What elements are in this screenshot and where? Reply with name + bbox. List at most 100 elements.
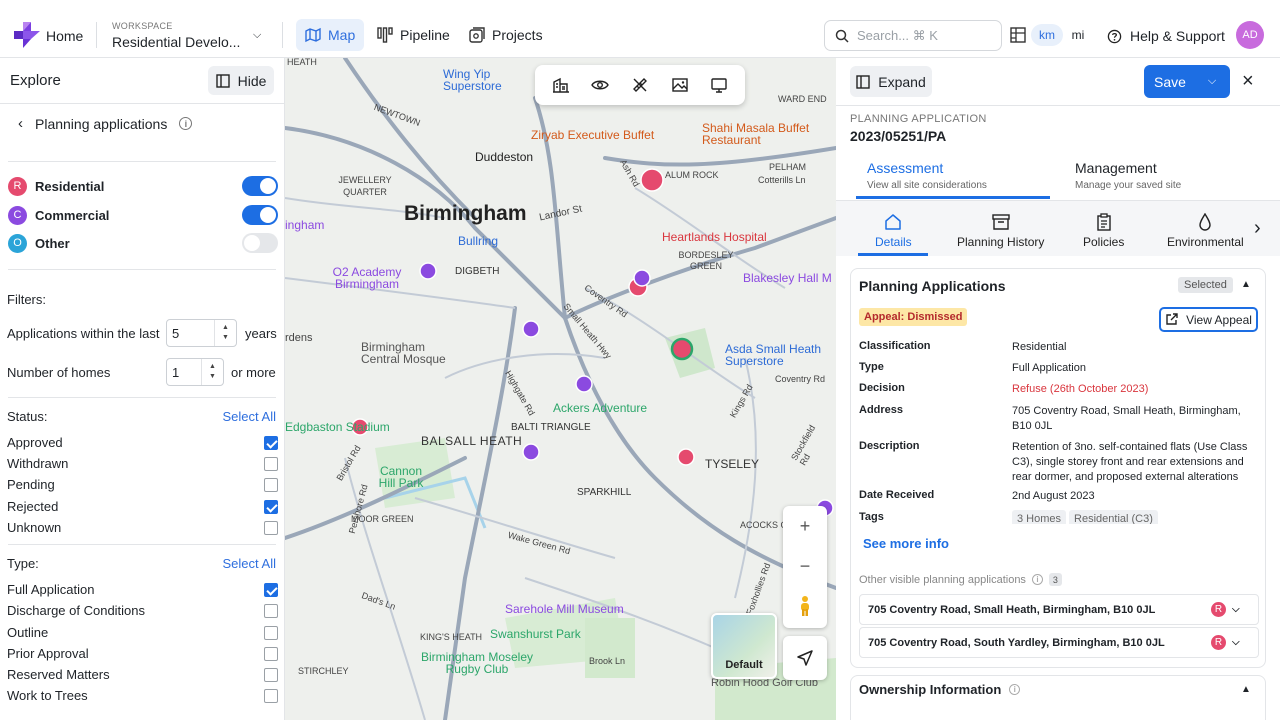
tab-assessment[interactable]: Assessment View all site considerations xyxy=(867,160,987,191)
details-panel: Expand Save ⌵ × PLANNING APPLICATION 202… xyxy=(836,58,1280,720)
stepper-arrows-icon[interactable]: ▲ ▼ xyxy=(201,359,223,385)
status-withdrawn[interactable]: Withdrawn xyxy=(7,456,278,474)
panel-collapse-icon xyxy=(215,73,230,88)
type-outline[interactable]: Outline xyxy=(7,625,278,643)
layout-grid-icon[interactable] xyxy=(1010,27,1026,43)
expand-button[interactable]: Expand xyxy=(850,66,932,97)
type-discharge[interactable]: Discharge of Conditions xyxy=(7,603,278,621)
chevron-up-icon[interactable]: ▲ xyxy=(1241,684,1251,695)
subtab-details[interactable]: Details xyxy=(875,213,912,249)
category-label: Residential xyxy=(35,178,105,194)
checkbox[interactable] xyxy=(264,478,278,492)
commercial-toggle[interactable] xyxy=(242,205,278,225)
within-years-stepper[interactable]: 5 ▲ ▼ xyxy=(166,319,237,347)
status-approved[interactable]: Approved xyxy=(7,435,278,453)
back-to-planning-applications[interactable]: ‹ Planning applications i xyxy=(18,115,193,132)
info-icon[interactable]: i xyxy=(179,117,193,130)
app-logo-icon[interactable] xyxy=(14,22,40,48)
residential-toggle[interactable] xyxy=(242,176,278,196)
chevron-down-icon[interactable]: ⌵ xyxy=(253,29,261,42)
type-full-application[interactable]: Full Application xyxy=(7,582,278,600)
info-icon[interactable]: i xyxy=(1031,574,1043,585)
workspace-selector[interactable]: Residential Develo... xyxy=(112,34,240,50)
search-input[interactable]: Search... ⌘ K xyxy=(824,20,1002,51)
status-heading: Status: xyxy=(7,409,48,424)
close-icon[interactable]: × xyxy=(1242,71,1254,91)
subtab-policies[interactable]: Policies xyxy=(1083,213,1124,249)
checkbox[interactable] xyxy=(264,689,278,703)
building-icon[interactable] xyxy=(552,76,570,94)
tags-list: 3 Homes Residential (C3) xyxy=(1012,510,1252,524)
subtab-label: Environmental xyxy=(1167,235,1244,249)
type-prior-approval[interactable]: Prior Approval xyxy=(7,646,278,664)
category-badge: R xyxy=(8,176,27,196)
checkbox[interactable] xyxy=(264,668,278,682)
status-label: Rejected xyxy=(7,499,59,514)
checkbox[interactable] xyxy=(264,604,278,618)
save-button[interactable]: Save ⌵ xyxy=(1144,65,1230,98)
planning-applications-card: Planning Applications Selected ▲ Appeal:… xyxy=(850,268,1266,668)
see-more-link[interactable]: See more info xyxy=(863,536,949,551)
chevron-down-icon[interactable]: ⌵ xyxy=(1232,637,1240,648)
locate-me-button[interactable] xyxy=(783,636,827,680)
help-support-link[interactable]: Help & Support xyxy=(1107,28,1225,44)
eye-icon[interactable] xyxy=(591,76,610,94)
status-pending[interactable]: Pending xyxy=(7,477,278,495)
help-circle-icon xyxy=(1107,29,1122,43)
checkbox[interactable] xyxy=(264,500,278,514)
status-select-all[interactable]: Select All xyxy=(223,409,276,424)
status-label: Unknown xyxy=(7,520,62,535)
homes-stepper[interactable]: 1 ▲ ▼ xyxy=(166,358,224,386)
other-toggle[interactable] xyxy=(242,233,278,253)
checkbox[interactable] xyxy=(264,436,278,450)
street-view-pegman-icon[interactable] xyxy=(783,586,827,626)
unit-mi-toggle[interactable]: mi xyxy=(1066,24,1090,46)
chevron-down-icon[interactable]: ⌵ xyxy=(1232,604,1240,615)
image-icon[interactable] xyxy=(671,76,689,94)
other-application-row[interactable]: 705 Coventry Road, Small Heath, Birmingh… xyxy=(859,594,1259,625)
archive-icon xyxy=(991,214,1010,230)
type-select-all[interactable]: Select All xyxy=(223,556,276,571)
zoom-in-button[interactable]: + xyxy=(783,506,827,546)
checkbox[interactable] xyxy=(264,583,278,597)
tab-management[interactable]: Management Manage your saved site xyxy=(1075,160,1181,191)
checkbox[interactable] xyxy=(264,626,278,640)
nav-pipeline[interactable]: Pipeline xyxy=(368,19,459,51)
projects-icon xyxy=(469,27,485,43)
type-reserved-matters[interactable]: Reserved Matters xyxy=(7,667,278,685)
subtab-environmental[interactable]: Environmental xyxy=(1167,213,1244,249)
stepper-arrows-icon[interactable]: ▲ ▼ xyxy=(214,320,236,346)
expand-label: Expand xyxy=(878,73,926,90)
nav-map[interactable]: Map xyxy=(296,19,365,51)
status-rejected[interactable]: Rejected xyxy=(7,499,278,517)
checkbox[interactable] xyxy=(264,647,278,661)
monitor-icon[interactable] xyxy=(710,76,728,94)
subtab-planning-history[interactable]: Planning History xyxy=(957,213,1044,249)
home-link[interactable]: Home xyxy=(46,28,83,44)
type-label: Discharge of Conditions xyxy=(7,603,146,618)
measure-tool-icon[interactable] xyxy=(631,76,649,94)
view-appeal-button[interactable]: View Appeal xyxy=(1159,307,1258,332)
status-unknown[interactable]: Unknown xyxy=(7,520,278,538)
subtab-label: Planning History xyxy=(957,235,1045,249)
type-work-to-trees[interactable]: Work to Trees xyxy=(7,688,278,706)
tab-title: Management xyxy=(1075,160,1157,176)
detail-value: Full Application xyxy=(1012,362,1086,374)
count-badge: 3 xyxy=(1048,573,1062,586)
info-icon[interactable]: i xyxy=(1009,684,1021,695)
ownership-heading[interactable]: Ownership Information i xyxy=(859,682,1021,697)
zoom-out-button[interactable]: − xyxy=(783,546,827,586)
map-layer-switcher[interactable]: Default xyxy=(711,613,777,679)
other-application-row[interactable]: 705 Coventry Road, South Yardley, Birmin… xyxy=(859,627,1259,658)
chevron-up-icon[interactable]: ▲ xyxy=(1241,279,1251,290)
chevron-right-icon[interactable]: › xyxy=(1254,217,1261,240)
checkbox[interactable] xyxy=(264,521,278,535)
checkbox[interactable] xyxy=(264,457,278,471)
hide-sidebar-button[interactable]: Hide xyxy=(208,66,274,95)
chevron-down-icon[interactable]: ⌵ xyxy=(1194,75,1230,88)
nav-projects[interactable]: Projects xyxy=(460,19,552,51)
top-bar: Home WORKSPACE Residential Develo... ⌵ M… xyxy=(0,0,1280,58)
map-canvas[interactable]: HEATH Wing Yip Superstore WARD END NEWTO… xyxy=(285,58,836,720)
user-avatar[interactable]: AD xyxy=(1236,21,1264,49)
unit-km-toggle[interactable]: km xyxy=(1031,24,1063,46)
